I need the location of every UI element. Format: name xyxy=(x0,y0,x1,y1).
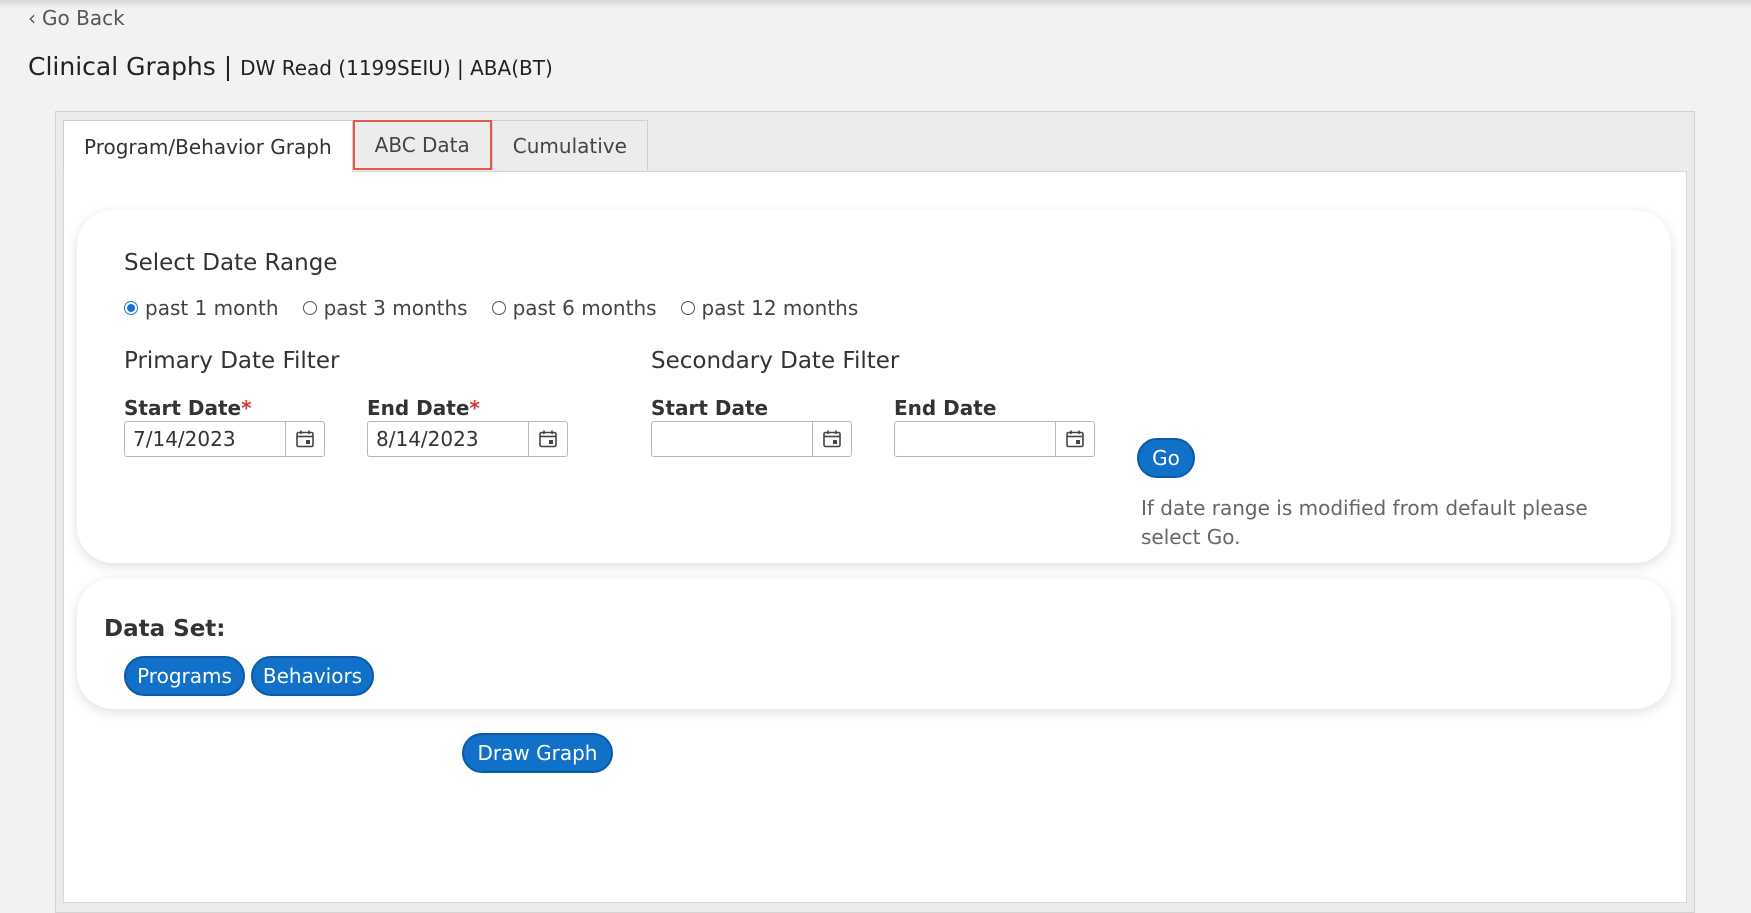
radio-past-1-month[interactable]: past 1 month xyxy=(124,296,279,320)
primary-start-date-input[interactable] xyxy=(125,422,285,456)
tab-cumulative[interactable]: Cumulative xyxy=(491,120,648,170)
draw-graph-button[interactable]: Draw Graph xyxy=(462,733,613,773)
top-shadow xyxy=(0,0,1751,8)
date-range-radio-group: past 1 month past 3 months past 6 months… xyxy=(124,296,858,320)
primary-end-label-text: End Date xyxy=(367,396,470,420)
radio-past-6-months[interactable]: past 6 months xyxy=(491,296,657,320)
radio-label: past 6 months xyxy=(512,296,657,320)
primary-filter-title: Primary Date Filter xyxy=(124,348,340,374)
page-subtitle: DW Read (1199SEIU) | ABA(BT) xyxy=(240,56,553,80)
primary-end-date-input[interactable] xyxy=(368,422,528,456)
date-range-title: Select Date Range xyxy=(124,250,338,276)
chevron-left-icon: ‹ xyxy=(28,6,36,30)
secondary-start-label: Start Date xyxy=(651,396,769,420)
required-mark: * xyxy=(241,396,252,420)
page-title: Clinical Graphs | DW Read (1199SEIU) | A… xyxy=(28,52,553,81)
secondary-end-date-field xyxy=(894,421,1095,457)
calendar-icon[interactable] xyxy=(1055,422,1094,456)
tab-program-behavior-graph[interactable]: Program/Behavior Graph xyxy=(63,120,353,172)
primary-start-label-text: Start Date xyxy=(124,396,242,420)
primary-start-date-field xyxy=(124,421,325,457)
radio-past-3-months[interactable]: past 3 months xyxy=(302,296,468,320)
radio-label: past 12 months xyxy=(701,296,859,320)
primary-end-label: End Date* xyxy=(367,396,480,420)
behaviors-button[interactable]: Behaviors xyxy=(251,656,374,696)
tab-bar: Program/Behavior Graph ABC Data Cumulati… xyxy=(63,120,648,172)
primary-end-date-field xyxy=(367,421,568,457)
radio-past-12-months[interactable]: past 12 months xyxy=(680,296,859,320)
secondary-end-label: End Date xyxy=(894,396,997,420)
radio-selected-icon xyxy=(124,301,138,315)
tab-abc-data[interactable]: ABC Data xyxy=(352,120,492,170)
calendar-icon[interactable] xyxy=(528,422,567,456)
radio-unselected-icon xyxy=(302,301,317,315)
secondary-filter-title: Secondary Date Filter xyxy=(651,348,900,374)
secondary-end-date-input[interactable] xyxy=(895,422,1055,456)
date-range-hint: If date range is modified from default p… xyxy=(1141,496,1588,549)
calendar-icon[interactable] xyxy=(812,422,851,456)
calendar-icon[interactable] xyxy=(285,422,324,456)
page-title-main: Clinical Graphs xyxy=(28,52,216,81)
radio-label: past 3 months xyxy=(323,296,468,320)
go-back-label: Go Back xyxy=(42,6,125,30)
go-back-link[interactable]: ‹ Go Back xyxy=(28,6,125,30)
radio-label: past 1 month xyxy=(145,296,279,320)
radio-unselected-icon xyxy=(680,301,695,315)
secondary-start-date-field xyxy=(651,421,852,457)
radio-unselected-icon xyxy=(491,301,506,315)
required-mark: * xyxy=(469,396,480,420)
go-button[interactable]: Go xyxy=(1137,438,1195,478)
primary-start-label: Start Date* xyxy=(124,396,252,420)
data-set-label: Data Set: xyxy=(104,616,226,642)
programs-button[interactable]: Programs xyxy=(124,656,245,696)
secondary-start-date-input[interactable] xyxy=(652,422,812,456)
title-separator: | xyxy=(223,52,233,81)
